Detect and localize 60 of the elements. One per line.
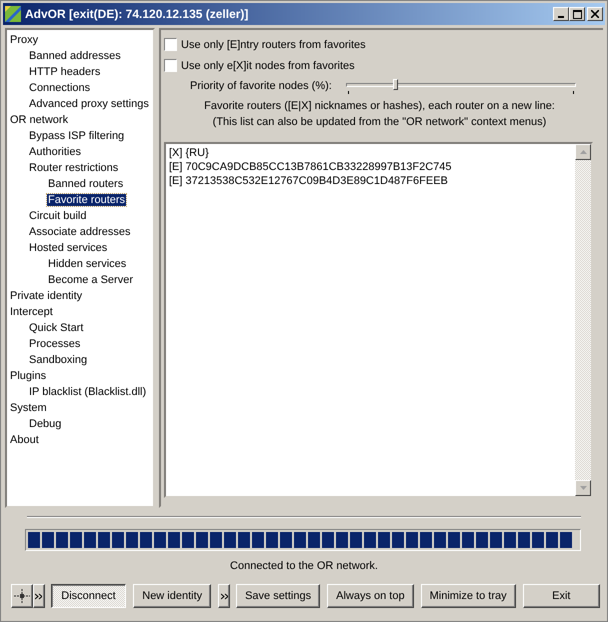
tree-item[interactable]: Hidden services — [47, 258, 128, 270]
tree-item[interactable]: HTTP headers — [28, 66, 102, 78]
double-chevron-icon — [35, 592, 42, 600]
close-icon — [591, 10, 599, 18]
tree-item[interactable]: Hosted services — [28, 242, 108, 254]
toolbar-button[interactable]: New identity — [133, 584, 212, 608]
window-title: AdvOR [exit(DE): 74.120.12.135 (zeller)] — [25, 7, 250, 21]
toolbar-button[interactable]: Minimize to tray — [420, 584, 516, 608]
tree-item[interactable]: IP blacklist (Blacklist.dll) — [28, 386, 148, 398]
tree-item[interactable]: Banned addresses — [28, 50, 122, 62]
tree-item[interactable]: Router restrictions — [28, 162, 120, 174]
toolbar-button[interactable]: Disconnect — [50, 584, 126, 608]
scrollbar[interactable] — [575, 144, 591, 496]
tree-item[interactable]: Banned routers — [47, 178, 124, 190]
tree-item[interactable]: Plugins — [9, 370, 48, 382]
app-icon — [5, 6, 21, 22]
minimize-button[interactable] — [553, 7, 569, 21]
checkbox[interactable] — [164, 38, 177, 51]
checkbox-label: Use only e[X]it nodes from favorites — [181, 60, 355, 72]
description-text: (This list can also be updated from the "OR network" context menus) — [212, 115, 548, 130]
description-text: Favorite routers ([E|X] nicknames or hashes), each router on a new line: — [203, 99, 556, 114]
tree-item[interactable]: Connections — [28, 82, 92, 94]
favorite-line: [E] 70C9CA9DCB85CC13B7861CB33228997B13F2C745 — [169, 160, 453, 174]
checkbox[interactable] — [164, 59, 177, 72]
double-chevron-icon — [220, 592, 228, 600]
move-icon[interactable] — [11, 584, 33, 608]
toolbar-button[interactable]: Always on top — [327, 584, 414, 608]
tree-item[interactable]: Advanced proxy settings — [28, 98, 150, 110]
tree-item[interactable]: Processes — [28, 338, 82, 350]
tree-item[interactable]: Proxy — [9, 34, 40, 46]
tree-item[interactable]: Intercept — [9, 306, 54, 318]
tree-item[interactable]: Private identity — [9, 290, 84, 302]
favorite-line: [E] 37213538C532E12767C09B4D3E89C1D487F6FEEB — [169, 174, 449, 188]
tree-item[interactable]: Sandboxing — [28, 354, 88, 366]
favorites-textarea[interactable]: [X] {RU} [E] 70C9CA9DCB85CC13B7861CB33228997B13F2C745 [E] 37213538C532E12767C09B4D3E89C1D487F6FEEB — [164, 142, 593, 498]
tree-item[interactable]: Favorite routers — [47, 194, 126, 206]
priority-slider[interactable] — [346, 78, 576, 94]
toolbar-button[interactable]: Exit — [522, 584, 600, 608]
tree-item[interactable]: About — [9, 434, 40, 446]
more-button[interactable] — [218, 584, 230, 608]
tree-item[interactable]: Authorities — [28, 146, 82, 158]
tree-item[interactable]: Debug — [28, 418, 62, 430]
toolbar-button[interactable]: Save settings — [236, 584, 320, 608]
checkbox-label: Use only [E]ntry routers from favorites — [181, 38, 366, 50]
tree-item[interactable]: OR network — [9, 114, 70, 126]
more-button[interactable] — [32, 584, 45, 608]
favorite-line: [X] {RU} — [169, 146, 210, 160]
close-button[interactable] — [587, 7, 603, 21]
tree-item[interactable]: Circuit build — [28, 210, 88, 222]
tree-item[interactable]: System — [9, 402, 48, 414]
maximize-button[interactable] — [569, 7, 585, 21]
tree-item[interactable]: Associate addresses — [28, 226, 132, 238]
down-arrow-icon — [580, 486, 586, 490]
tree-item[interactable]: Become a Server — [47, 274, 134, 286]
tree-item[interactable]: Bypass ISP filtering — [28, 130, 126, 142]
slider-label: Priority of favorite nodes (%): — [190, 80, 332, 92]
up-arrow-icon — [580, 150, 586, 154]
maximize-icon — [572, 10, 582, 18]
tree-item[interactable]: Quick Start — [28, 322, 84, 334]
status-text: Connected to the OR network. — [229, 560, 379, 572]
